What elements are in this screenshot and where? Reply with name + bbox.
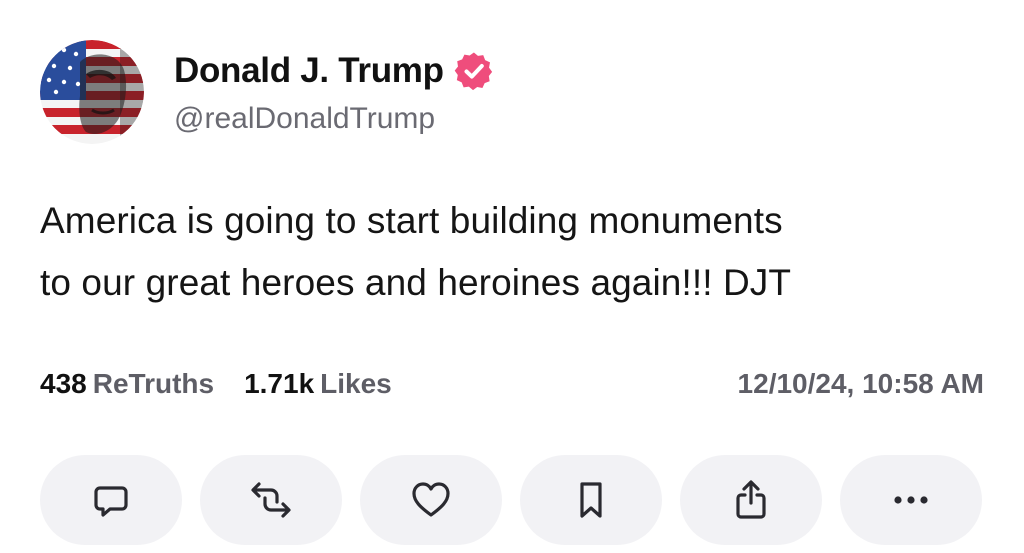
share-icon [736, 480, 766, 519]
post-text-line: to our great heroes and heroines again!!… [40, 262, 792, 303]
post-text-line: America is going to start building monum… [40, 200, 783, 241]
likes-label: Likes [320, 368, 392, 399]
reply-button[interactable] [40, 455, 182, 545]
author-name-row[interactable]: Donald J. Trump [174, 48, 494, 94]
bookmark-button[interactable] [520, 455, 662, 545]
post-stats: 438 ReTruths 1.71k Likes 12/10/24, 10:58 A… [40, 362, 984, 406]
heart-icon [412, 482, 450, 517]
post-text: America is going to start building monum… [40, 190, 1000, 314]
avatar[interactable] [40, 40, 144, 144]
post-timestamp: 12/10/24, 10:58 AM [737, 368, 984, 399]
flag-portrait-avatar-icon [40, 40, 144, 144]
likes-stat[interactable]: 1.71k Likes [244, 368, 392, 400]
like-button[interactable] [360, 455, 502, 545]
bookmark-icon [580, 482, 602, 518]
more-options-button[interactable] [840, 455, 982, 545]
more-icon [894, 496, 928, 504]
likes-count: 1.71k [244, 368, 315, 399]
comment-icon [94, 486, 128, 517]
retruths-stat[interactable]: 438 ReTruths [40, 368, 214, 400]
retruth-button[interactable] [200, 455, 342, 545]
share-button[interactable] [680, 455, 822, 545]
retruths-label: ReTruths [92, 368, 215, 399]
display-name[interactable]: Donald J. Trump [174, 51, 444, 91]
verified-badge-icon [454, 52, 492, 91]
action-bar [40, 455, 982, 545]
retruths-count: 438 [40, 368, 87, 399]
author-handle[interactable]: @realDonaldTrump [174, 102, 435, 136]
retruth-icon [251, 482, 291, 518]
